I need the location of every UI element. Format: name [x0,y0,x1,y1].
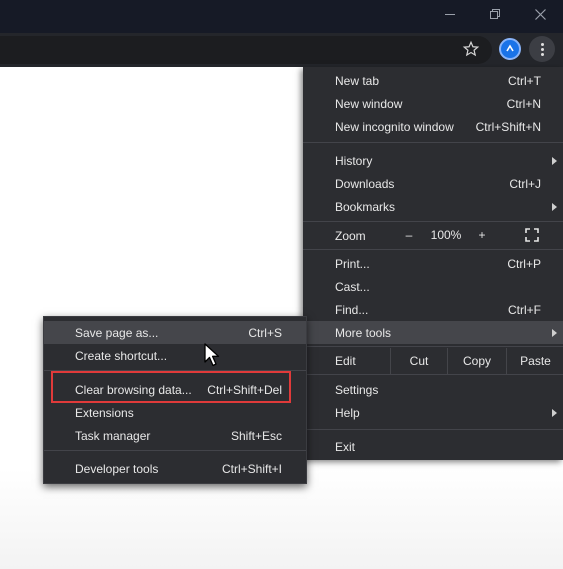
menu-item-shortcut: Ctrl+T [508,73,541,88]
menu-item-shortcut: Ctrl+Shift+I [221,461,282,476]
menu-item-label: Downloads [335,176,395,191]
menu-item-label: Save page as... [75,325,159,340]
address-bar[interactable] [0,36,492,64]
copy-button[interactable]: Copy [447,348,506,374]
menu-item-label: Task manager [75,428,151,443]
mouse-cursor-icon [204,343,220,367]
menu-item-shortcut: Ctrl+N [506,96,541,111]
restore-icon [490,9,500,19]
fullscreen-icon [525,228,539,242]
menu-item-label: Settings [335,382,379,397]
menu-item-find[interactable]: Find... Ctrl+F [303,298,563,321]
paste-button[interactable]: Paste [506,348,563,374]
chrome-main-menu: New tab Ctrl+T New window Ctrl+N New inc… [303,67,563,460]
minimize-button[interactable] [430,0,470,28]
submenu-arrow-icon [552,202,557,211]
menu-item-shortcut: Ctrl+Shift+N [475,119,541,134]
submenu-item-save-page-as[interactable]: Save page as... Ctrl+S [44,321,306,344]
submenu-item-extensions[interactable]: Extensions [44,401,306,424]
menu-item-exit[interactable]: Exit [303,435,563,458]
zoom-out-button[interactable]: – [399,222,419,248]
menu-item-bookmarks[interactable]: Bookmarks [303,195,563,218]
menu-item-label: Developer tools [75,461,159,476]
menu-item-settings[interactable]: Settings [303,378,563,401]
menu-divider [303,346,563,347]
menu-item-shortcut: Ctrl+P [507,256,541,271]
fullscreen-button[interactable] [517,222,547,248]
menu-divider [303,429,563,430]
submenu-arrow-icon [552,328,557,337]
more-tools-submenu: Save page as... Ctrl+S Create shortcut..… [43,316,307,484]
submenu-arrow-icon [552,408,557,417]
close-window-button[interactable] [520,0,560,28]
menu-item-help[interactable]: Help [303,401,563,424]
menu-item-label: Exit [335,439,356,454]
edit-row: Edit Cut Copy Paste [303,348,563,374]
menu-item-label: Help [335,405,360,420]
menu-item-new-incognito-window[interactable]: New incognito window Ctrl+Shift+N [303,115,563,138]
close-icon [534,8,546,20]
menu-item-shortcut: Ctrl+F [508,302,541,317]
menu-item-new-tab[interactable]: New tab Ctrl+T [303,69,563,92]
zoom-label: Zoom [335,228,366,243]
menu-item-shortcut: Ctrl+S [248,325,282,340]
menu-item-label: Print... [335,256,370,271]
menu-item-label: New tab [335,73,380,88]
menu-item-downloads[interactable]: Downloads Ctrl+J [303,172,563,195]
menu-item-label: Cast... [335,279,370,294]
menu-item-history[interactable]: History [303,149,563,172]
menu-item-new-window[interactable]: New window Ctrl+N [303,92,563,115]
menu-item-more-tools[interactable]: More tools [303,321,563,344]
menu-item-shortcut: Shift+Esc [230,428,282,443]
menu-item-label: New incognito window [335,119,454,134]
menu-item-label: Bookmarks [335,199,396,214]
extension-icon[interactable] [499,38,521,60]
menu-item-label: More tools [335,325,392,340]
browser-toolbar [0,33,563,67]
submenu-item-developer-tools[interactable]: Developer tools Ctrl+Shift+I [44,457,306,480]
menu-divider [44,450,306,451]
submenu-arrow-icon [552,156,557,165]
restore-button[interactable] [475,0,515,28]
edit-label: Edit [335,354,356,368]
menu-divider [44,370,306,371]
zoom-level: 100% [430,228,462,242]
menu-divider [303,374,563,375]
menu-divider [303,142,563,143]
menu-item-label: Create shortcut... [75,348,168,363]
star-icon[interactable] [462,40,480,58]
submenu-item-task-manager[interactable]: Task manager Shift+Esc [44,424,306,447]
menu-item-label: Extensions [75,405,134,420]
menu-item-print[interactable]: Print... Ctrl+P [303,252,563,275]
menu-item-shortcut: Ctrl+J [509,176,541,191]
minimize-icon [445,13,455,15]
menu-item-shortcut: Ctrl+Shift+Del [207,382,282,397]
cut-button[interactable]: Cut [390,348,447,374]
window-titlebar [0,0,563,33]
zoom-row: Zoom – 100% + [303,222,563,249]
menu-divider [303,249,563,250]
menu-item-label: Clear browsing data... [75,382,192,397]
menu-item-label: Find... [335,302,369,317]
menu-item-label: History [335,153,373,168]
menu-item-cast[interactable]: Cast... [303,275,563,298]
submenu-item-clear-browsing-data[interactable]: Clear browsing data... Ctrl+Shift+Del [44,378,306,401]
submenu-item-create-shortcut[interactable]: Create shortcut... [44,344,306,367]
zoom-in-button[interactable]: + [472,222,492,248]
menu-item-label: New window [335,96,403,111]
more-vert-icon[interactable] [529,36,555,62]
